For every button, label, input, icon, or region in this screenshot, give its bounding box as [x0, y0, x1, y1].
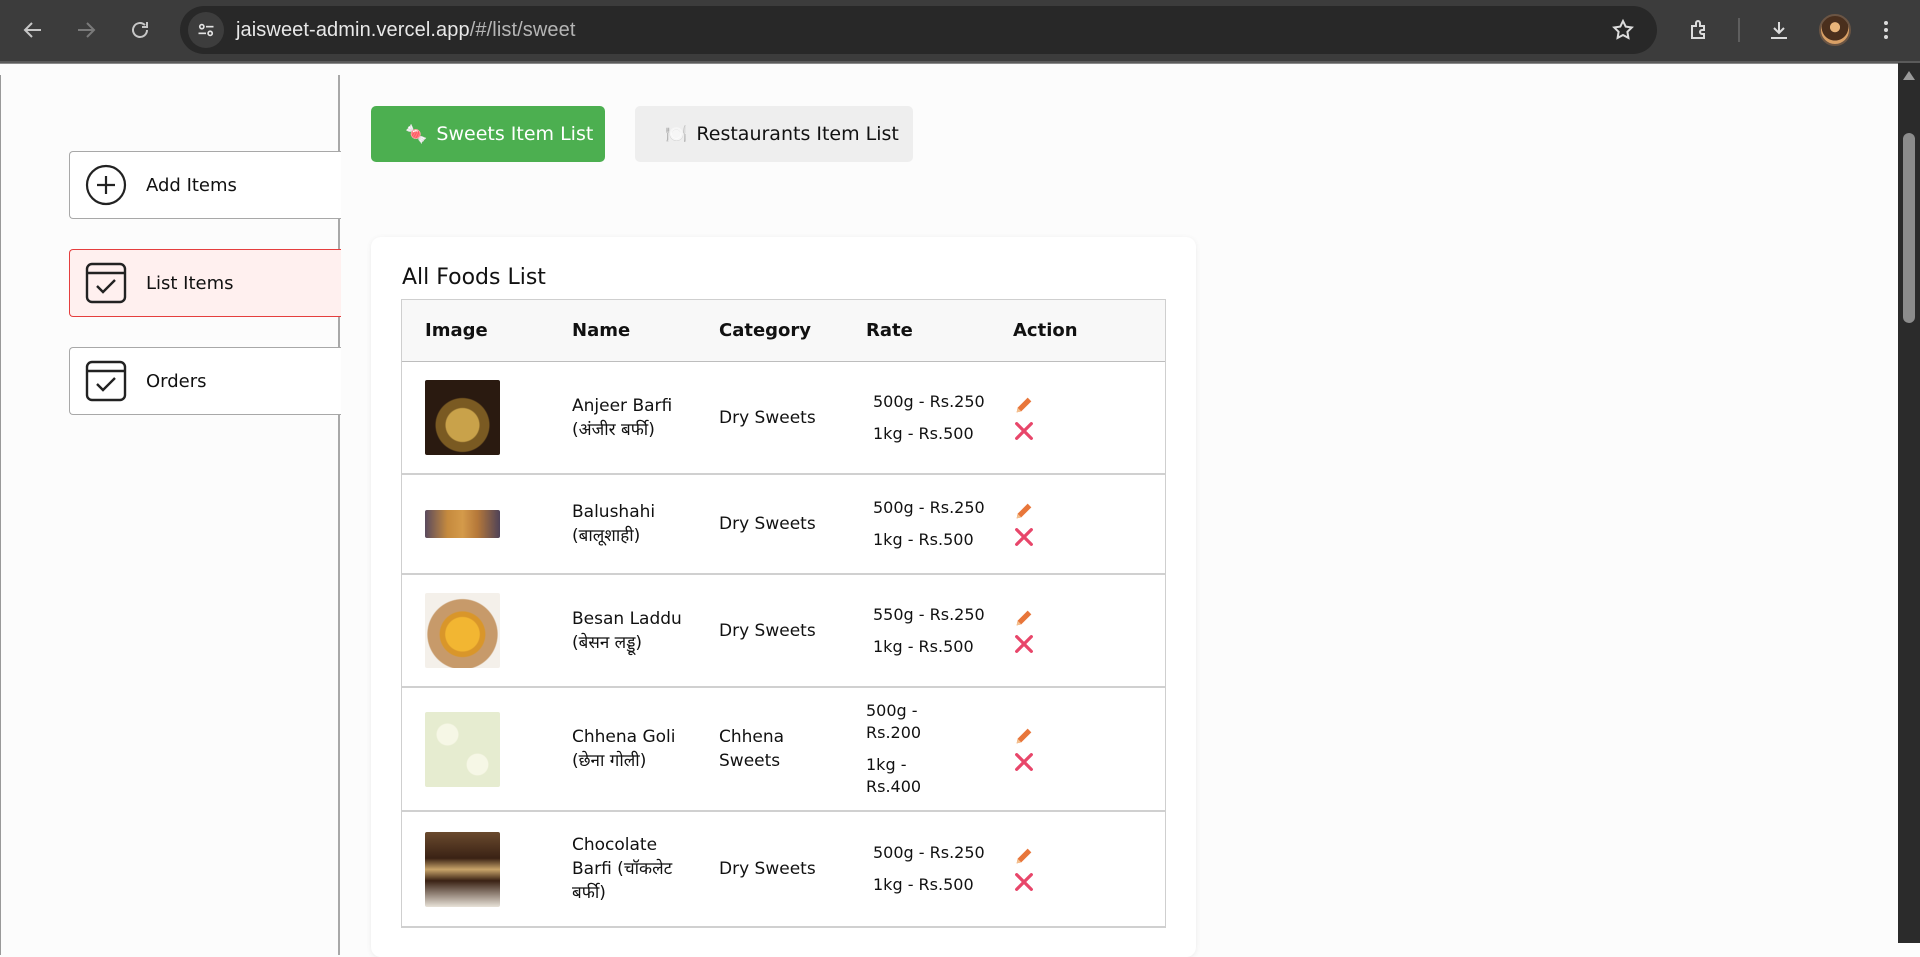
food-image — [425, 593, 500, 668]
address-bar[interactable]: jaisweet-admin.vercel.app/#/list/sweet — [180, 6, 1657, 54]
list-check-icon — [85, 262, 127, 304]
delete-x-icon[interactable] — [1013, 526, 1035, 548]
delete-x-icon[interactable] — [1013, 420, 1035, 442]
food-image — [425, 711, 500, 787]
rate-line: 1kg - Rs.500 — [873, 636, 974, 656]
foods-list-card: All Foods List Image Name Category Rate … — [371, 237, 1196, 957]
rate-line: 500g - Rs.250 — [873, 391, 985, 411]
food-rate: 500g - Rs.250 1kg - Rs.500 — [873, 391, 985, 445]
rate-line: 550g - Rs.250 — [873, 604, 985, 624]
rate-line: 500g - Rs.200 — [866, 701, 922, 742]
table-header: Image Name Category Rate Action — [402, 300, 1165, 362]
table-row: Chocolate Barfi (चॉकलेट बर्फी) Dry Sweet… — [402, 812, 1165, 928]
food-image — [425, 380, 500, 455]
food-category: Dry Sweets — [719, 407, 816, 428]
food-rate: 500g - Rs.200 1kg - Rs.400 — [866, 700, 946, 798]
food-rate: 500g - Rs.250 1kg - Rs.500 — [873, 497, 985, 551]
header-image: Image — [425, 320, 488, 341]
delete-x-icon[interactable] — [1013, 633, 1035, 655]
header-rate: Rate — [866, 320, 913, 341]
sidebar: Add Items List Items Orders — [0, 75, 341, 955]
delete-x-icon[interactable] — [1013, 871, 1035, 893]
list-check-icon — [85, 360, 127, 402]
food-name: Besan Laddu (बेसन लड्डू) — [572, 608, 682, 653]
sidebar-item-label: List Items — [146, 272, 234, 294]
rate-line: 1kg - Rs.500 — [873, 530, 974, 549]
header-name: Name — [572, 320, 631, 341]
edit-pencil-icon[interactable] — [1013, 607, 1035, 629]
table-row: Besan Laddu (बेसन लड्डू) Dry Sweets 550g… — [402, 575, 1165, 688]
rate-line: 500g - Rs.250 — [873, 843, 985, 862]
browser-toolbar: jaisweet-admin.vercel.app/#/list/sweet — [0, 0, 1920, 63]
tab-label: Restaurants Item List — [696, 123, 899, 145]
table-row: Chhena Goli (छेना गोली) Chhena Sweets 50… — [402, 688, 1165, 812]
row-actions — [1013, 394, 1035, 442]
restaurants-item-list-button[interactable]: 🍽️ Restaurants Item List — [635, 106, 913, 162]
back-icon[interactable] — [15, 12, 51, 48]
edit-pencil-icon[interactable] — [1013, 845, 1035, 867]
food-category: Dry Sweets — [719, 514, 816, 534]
download-icon[interactable] — [1761, 12, 1797, 48]
row-actions — [1013, 845, 1035, 893]
scrollbar-thumb[interactable] — [1903, 133, 1915, 323]
delete-x-icon[interactable] — [1013, 751, 1035, 773]
page-content: Add Items List Items Orders 🍬 Sweets Ite… — [0, 63, 1898, 957]
edit-pencil-icon[interactable] — [1013, 500, 1035, 522]
header-action: Action — [1013, 320, 1078, 341]
header-category: Category — [719, 320, 812, 341]
rate-line: 1kg - Rs.500 — [873, 423, 974, 443]
reload-icon[interactable] — [122, 12, 158, 48]
sidebar-item-label: Orders — [146, 370, 207, 392]
table-row: Balushahi (बालूशाही) Dry Sweets 500g - R… — [402, 475, 1165, 575]
tab-label: Sweets Item List — [436, 123, 594, 145]
food-category: Dry Sweets — [719, 620, 816, 641]
site-info-icon[interactable] — [188, 12, 224, 48]
food-image — [425, 831, 500, 907]
table-row: Anjeer Barfi (अंजीर बर्फी) Dry Sweets 50… — [402, 362, 1165, 475]
food-rate: 500g - Rs.250 1kg - Rs.500 — [873, 842, 985, 896]
sidebar-item-orders[interactable]: Orders — [69, 347, 341, 415]
extensions-icon[interactable] — [1681, 12, 1717, 48]
food-category: Dry Sweets — [719, 859, 816, 879]
navbar-bottom-border — [0, 63, 1898, 64]
sidebar-item-label: Add Items — [146, 174, 237, 196]
bookmark-star-icon[interactable] — [1611, 18, 1635, 46]
row-actions — [1013, 607, 1035, 655]
food-category: Chhena Sweets — [719, 727, 785, 771]
plate-icon: 🍽️ — [665, 123, 688, 145]
plus-circle-icon — [85, 164, 127, 206]
rate-line: 1kg - Rs.500 — [873, 875, 974, 894]
page-scrollbar[interactable] — [1898, 63, 1920, 943]
food-name: Balushahi (बालूशाही) — [572, 502, 656, 546]
profile-avatar[interactable] — [1819, 14, 1851, 46]
food-image — [425, 510, 500, 538]
rate-line: 1kg - Rs.400 — [866, 755, 922, 796]
sidebar-item-add-items[interactable]: Add Items — [69, 151, 341, 219]
edit-pencil-icon[interactable] — [1013, 394, 1035, 416]
food-name: Anjeer Barfi (अंजीर बर्फी) — [572, 395, 673, 440]
url-text: jaisweet-admin.vercel.app/#/list/sweet — [236, 19, 576, 41]
menu-kebab-icon[interactable] — [1868, 12, 1904, 48]
toolbar-divider — [1738, 18, 1740, 42]
edit-pencil-icon[interactable] — [1013, 725, 1035, 747]
row-actions — [1013, 725, 1035, 773]
forward-icon[interactable] — [68, 12, 104, 48]
food-rate: 550g - Rs.250 1kg - Rs.500 — [873, 604, 985, 658]
row-actions — [1013, 500, 1035, 548]
sweets-item-list-button[interactable]: 🍬 Sweets Item List — [371, 106, 605, 162]
rate-line: 500g - Rs.250 — [873, 498, 985, 517]
food-name: Chhena Goli (छेना गोली) — [572, 727, 676, 771]
sidebar-item-list-items[interactable]: List Items — [69, 249, 341, 317]
candy-icon: 🍬 — [405, 123, 428, 145]
scroll-up-arrow-icon[interactable] — [1903, 71, 1915, 80]
food-name: Chocolate Barfi (चॉकलेट बर्फी) — [572, 835, 673, 903]
foods-table: Image Name Category Rate Action Anjeer B… — [401, 299, 1166, 928]
list-title: All Foods List — [402, 265, 546, 290]
